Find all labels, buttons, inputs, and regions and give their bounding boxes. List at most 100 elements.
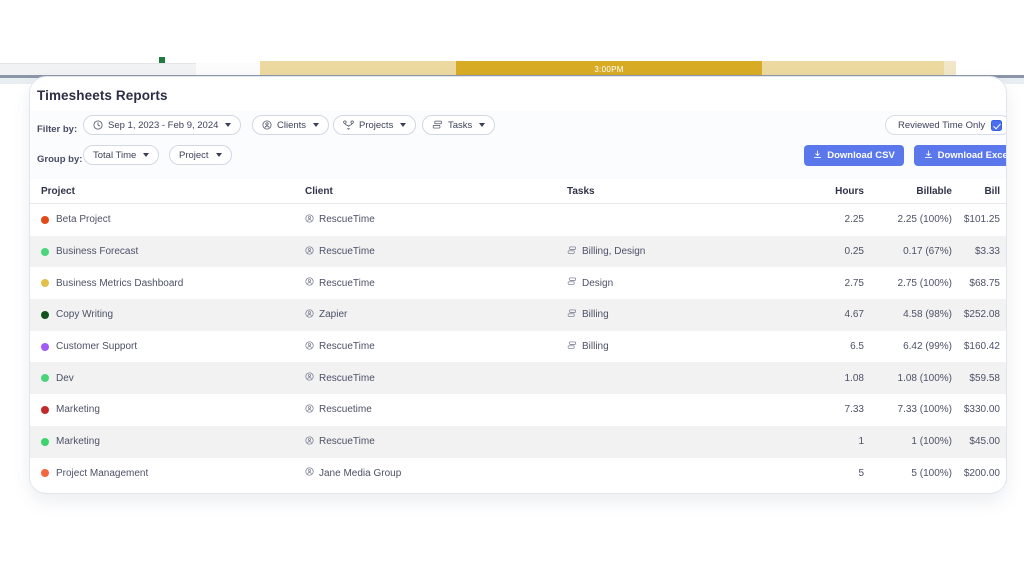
cell-hours: 1.08 (844, 372, 864, 384)
cell-client: RescueTime (305, 426, 560, 458)
project-name: Marketing (56, 436, 100, 448)
tasks-stack-icon (567, 277, 577, 289)
filter-chip-label: Projects (359, 119, 394, 131)
column-header-client[interactable]: Client (305, 179, 560, 203)
project-name: Beta Project (56, 214, 111, 226)
chevron-down-icon (313, 123, 320, 127)
cell-tasks (567, 426, 817, 458)
column-header-hours[interactable]: Hours (820, 179, 864, 203)
group-chip-total-time[interactable]: Total Time (83, 145, 160, 165)
cell-client: RescueTime (305, 236, 560, 268)
cell-billable: 1.08 (100%) (897, 372, 952, 384)
group-chip-project[interactable]: Project (169, 145, 232, 165)
group-by-label: Group by: (37, 154, 83, 165)
project-color-dot (41, 374, 49, 383)
download-csv-button[interactable]: Download CSV (804, 145, 904, 166)
client-person-icon (262, 120, 272, 130)
checkbox-checked-icon[interactable] (991, 119, 1003, 131)
cell-bill: $101.25 (963, 214, 1000, 226)
table-row[interactable]: Marketing Rescuetime 7.33 7.33 (100%) $330.0… (30, 394, 1006, 426)
client-name: Jane Media Group (319, 467, 402, 479)
project-name: Customer Support (56, 341, 138, 353)
client-name: RescueTime (319, 246, 375, 258)
table-row[interactable]: Dev RescueTime 1.08 1.08 (100%) $59.58 (30, 362, 1006, 395)
reviewed-time-only-toggle[interactable]: Reviewed Time Only (885, 115, 1006, 135)
project-color-dot (41, 247, 49, 256)
chevron-down-icon (215, 153, 222, 157)
cell-project: Business Metrics Dashboard (41, 267, 303, 299)
projects-network-icon (343, 120, 354, 130)
clock-icon (93, 120, 103, 130)
project-color-dot (41, 342, 49, 351)
client-person-icon (305, 341, 314, 353)
task-names: Billing, Design (582, 246, 646, 258)
client-person-icon (305, 404, 314, 416)
group-chip-label: Total Time (93, 149, 137, 161)
cell-client: Jane Media Group (305, 458, 560, 490)
cell-tasks: Design (567, 267, 817, 299)
filter-by-label: Filter by: (37, 124, 78, 135)
filter-chip-label: Sep 1, 2023 - Feb 9, 2024 (108, 119, 219, 131)
table-row[interactable]: Copy Writing Zapier Billing 4.67 4.58 (98%) $… (30, 299, 1006, 331)
download-excel-button[interactable]: Download Excel (914, 145, 1006, 166)
table-row[interactable]: Marketing RescueTime 1 1 (100%) $45.00 (30, 425, 1006, 458)
cell-project: Beta Project (41, 204, 303, 236)
client-person-icon (305, 467, 314, 479)
table-row[interactable]: Beta Project RescueTime 2.25 2.25 (100%) $10… (30, 204, 1006, 236)
column-header-bill[interactable]: Bill (958, 179, 1000, 203)
cell-bill: $160.42 (963, 341, 1000, 353)
group-row: Group by: Total Time Project Download CS… (30, 145, 1006, 175)
table-row[interactable]: Business Forecast RescueTime Billing, Desi… (30, 235, 1006, 268)
cell-project: Marketing (41, 394, 303, 426)
cell-project: Business Forecast (41, 236, 303, 268)
cell-client: RescueTime (305, 267, 560, 299)
cell-bill: $252.08 (963, 309, 1000, 321)
cell-client: Rescuetime (305, 394, 560, 426)
download-icon (924, 149, 933, 162)
column-header-tasks[interactable]: Tasks (567, 179, 817, 203)
filter-row: Filter by: Sep 1, 2023 - Feb 9, 2024 Cli… (30, 115, 1006, 145)
cell-tasks: Billing (567, 331, 817, 363)
cell-hours: 0.25 (844, 246, 864, 258)
column-header-billable[interactable]: Billable (870, 179, 952, 203)
filter-chip-clients[interactable]: Clients (252, 115, 330, 135)
project-name: Dev (56, 372, 74, 384)
cell-project: Copy Writing (41, 299, 303, 331)
cell-hours: 6.5 (850, 341, 864, 353)
project-color-dot (41, 215, 49, 224)
project-color-dot (41, 437, 49, 446)
cell-tasks (567, 204, 817, 236)
cell-client: RescueTime (305, 204, 560, 236)
client-name: RescueTime (319, 436, 375, 448)
cell-hours: 7.33 (844, 404, 864, 416)
cell-bill: $330.00 (963, 404, 1000, 416)
project-color-dot (41, 310, 49, 319)
cell-project: Dev (41, 362, 303, 394)
client-person-icon (305, 245, 314, 258)
task-names: Billing (582, 309, 609, 321)
filter-chip-projects[interactable]: Projects (333, 115, 417, 135)
cell-hours: 5 (858, 467, 864, 479)
toolbar: Filter by: Sep 1, 2023 - Feb 9, 2024 Cli… (30, 111, 1006, 179)
client-name: Rescuetime (319, 404, 372, 416)
project-color-dot (41, 469, 49, 478)
table-row[interactable]: Customer Support RescueTime Billing 6.5 6.42… (30, 330, 1006, 363)
group-chip-label: Project (179, 149, 209, 161)
cell-billable: 1 (100%) (911, 436, 952, 448)
filter-chip-tasks[interactable]: Tasks (422, 115, 496, 135)
table-row[interactable]: Project Management Jane Media Group 5 5 (10… (30, 457, 1006, 490)
client-name: Zapier (319, 309, 348, 321)
table-row[interactable]: Business Metrics Dashboard RescueTime Desi… (30, 267, 1006, 300)
timesheets-report-card: Timesheets Reports Filter by: Sep 1, 202… (30, 77, 1006, 493)
tasks-stack-icon (567, 309, 577, 321)
client-name: RescueTime (319, 214, 375, 226)
project-name: Business Forecast (56, 246, 139, 258)
filter-chip-date-range[interactable]: Sep 1, 2023 - Feb 9, 2024 (83, 115, 242, 135)
column-header-project[interactable]: Project (41, 179, 303, 203)
project-color-dot (41, 405, 49, 414)
reviewed-time-only-label: Reviewed Time Only (898, 119, 986, 131)
project-name: Marketing (56, 404, 100, 416)
client-person-icon (305, 309, 314, 321)
filter-chip-label: Tasks (448, 119, 473, 131)
chevron-down-icon (400, 123, 407, 127)
